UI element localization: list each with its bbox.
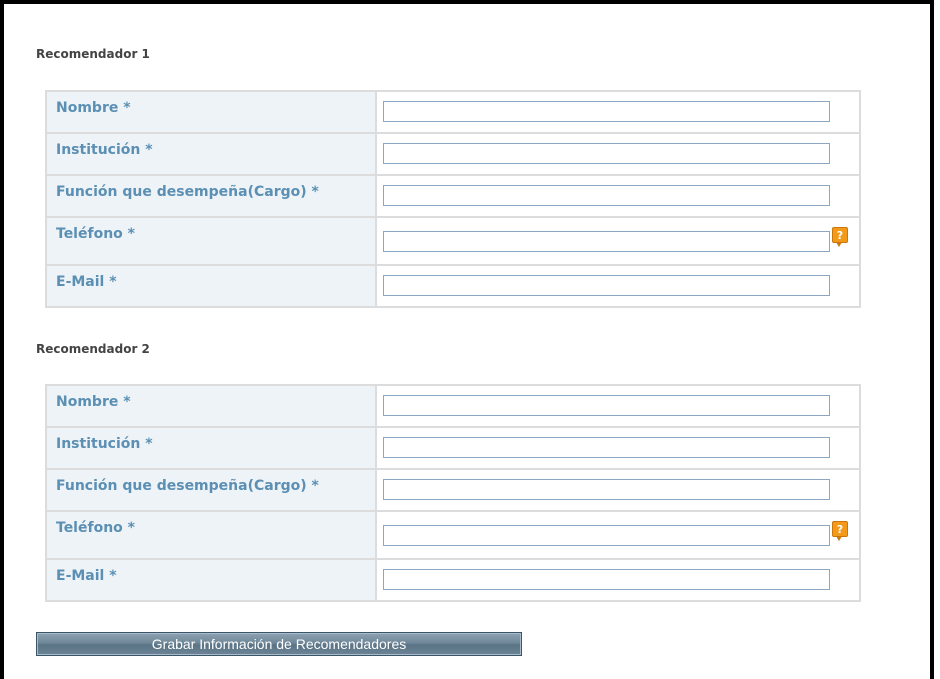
institucion-input-1[interactable]: [383, 143, 830, 164]
form-row-cargo: Función que desempeña(Cargo) *: [45, 174, 861, 218]
form-row-nombre: Nombre *: [45, 384, 861, 428]
cargo-input-1[interactable]: [383, 185, 830, 206]
label-nombre: Nombre *: [45, 90, 377, 134]
recomendador-1-form-table: Nombre * Institución * Función que desem…: [45, 90, 861, 308]
question-help-icon[interactable]: ?: [832, 521, 848, 541]
form-row-email: E-Mail *: [45, 558, 861, 602]
label-cargo: Función que desempeña(Cargo) *: [45, 174, 377, 218]
form-row-cargo: Función que desempeña(Cargo) *: [45, 468, 861, 512]
email-input-2[interactable]: [383, 569, 830, 590]
label-institucion: Institución *: [45, 426, 377, 470]
form-row-institucion: Institución *: [45, 132, 861, 176]
form-row-email: E-Mail *: [45, 264, 861, 308]
nombre-input-1[interactable]: [383, 101, 830, 122]
label-cargo: Función que desempeña(Cargo) *: [45, 468, 377, 512]
label-institucion: Institución *: [45, 132, 377, 176]
telefono-input-1[interactable]: [383, 231, 830, 252]
label-telefono: Teléfono *: [45, 510, 377, 560]
telefono-input-2[interactable]: [383, 525, 830, 546]
label-email: E-Mail *: [45, 264, 377, 308]
label-nombre: Nombre *: [45, 384, 377, 428]
nombre-input-2[interactable]: [383, 395, 830, 416]
save-recommenders-button[interactable]: Grabar Información de Recomendadores: [36, 632, 522, 656]
label-email: E-Mail *: [45, 558, 377, 602]
recomendador-2-form-table: Nombre * Institución * Función que desem…: [45, 384, 861, 602]
email-input-1[interactable]: [383, 275, 830, 296]
form-row-telefono: Teléfono * ?: [45, 510, 861, 560]
form-row-telefono: Teléfono * ?: [45, 216, 861, 266]
institucion-input-2[interactable]: [383, 437, 830, 458]
form-row-institucion: Institución *: [45, 426, 861, 470]
question-help-icon[interactable]: ?: [832, 227, 848, 247]
cargo-input-2[interactable]: [383, 479, 830, 500]
section-title-recomendador-2: Recomendador 2: [36, 342, 150, 356]
form-row-nombre: Nombre *: [45, 90, 861, 134]
label-telefono: Teléfono *: [45, 216, 377, 266]
section-title-recomendador-1: Recomendador 1: [36, 47, 150, 61]
